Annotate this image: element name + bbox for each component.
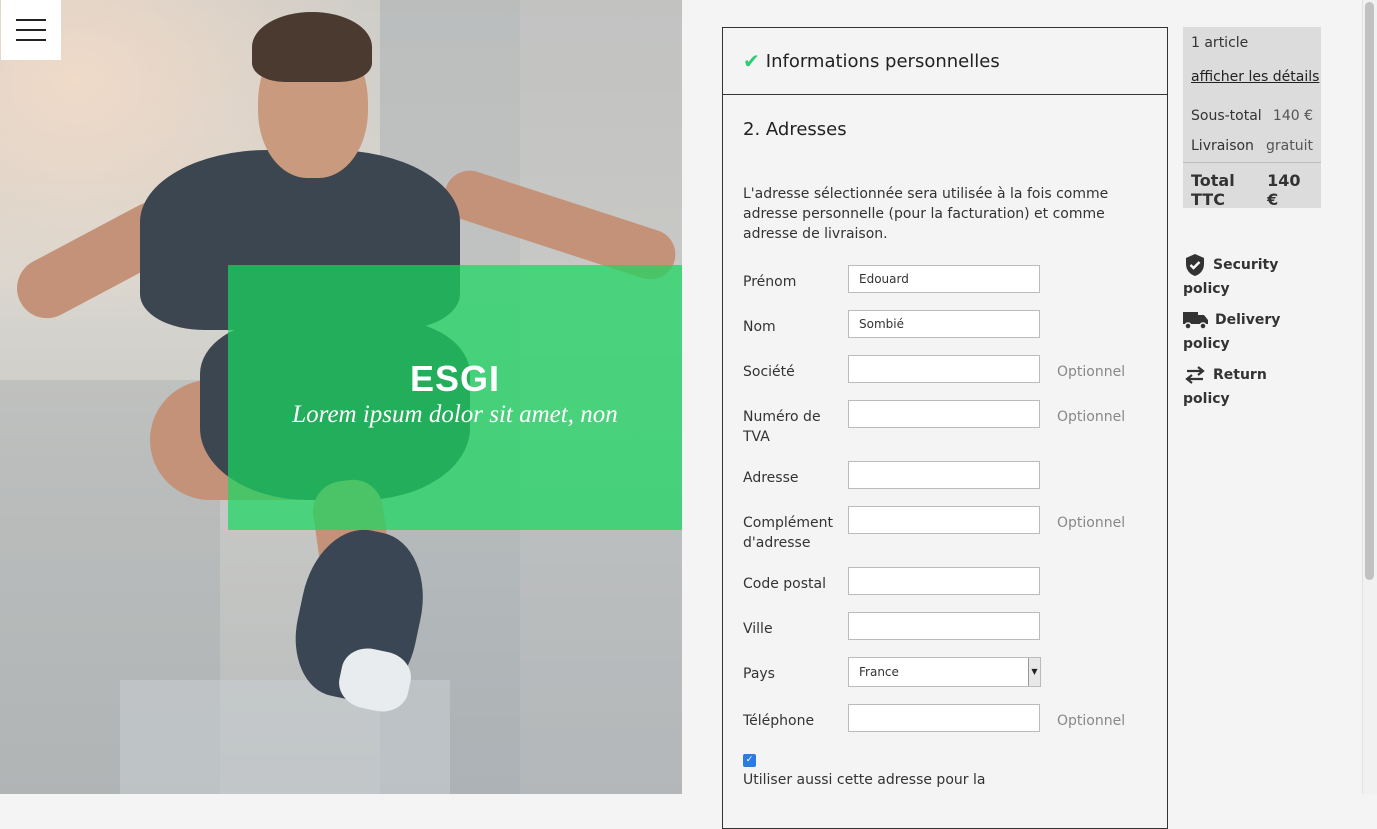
- step-personal-info-label: Informations personnelles: [765, 50, 1000, 72]
- hamburger-menu-button[interactable]: [1, 0, 61, 60]
- optional-hint: Optionnel: [1057, 515, 1126, 531]
- tva-input[interactable]: [848, 400, 1040, 428]
- total-label: Total TTC: [1191, 171, 1235, 209]
- field-label: Code postal: [743, 576, 826, 592]
- hero-title: ESGI: [409, 358, 501, 399]
- step-addresses-title: 2. Adresses: [743, 119, 847, 140]
- total-row: Total TTC 140 €: [1191, 171, 1313, 209]
- field-label: Nom: [743, 319, 776, 335]
- chevron-down-icon: ▼: [1028, 658, 1040, 686]
- menu-icon-bar: [16, 39, 46, 41]
- field-label: Complément d'adresse: [743, 515, 833, 551]
- hero-subtitle: Lorem ipsum dolor sit amet, non: [292, 401, 618, 428]
- hero-overlay: ESGI Lorem ipsum dolor sit amet, non: [228, 265, 682, 530]
- telephone-input[interactable]: [848, 704, 1040, 732]
- menu-icon-bar: [16, 29, 46, 31]
- exchange-arrows-icon: [1185, 366, 1205, 384]
- field-label: Téléphone: [743, 713, 815, 729]
- delivery-label: Livraison: [1191, 138, 1254, 154]
- show-details-link[interactable]: afficher les détails: [1191, 69, 1319, 85]
- delivery-row: Livraison gratuit: [1191, 138, 1313, 154]
- optional-hint: Optionnel: [1057, 364, 1126, 380]
- checkmark-icon: ✔: [743, 49, 760, 73]
- return-policy-link[interactable]: Return policy: [1183, 363, 1293, 411]
- article-count: 1 article: [1191, 35, 1249, 51]
- optional-hint: Optionnel: [1057, 713, 1126, 729]
- pays-selected-value: France: [859, 665, 899, 679]
- summary-divider: [1183, 162, 1321, 163]
- checkout-panel: ✔ Informations personnelles 2. Adresses …: [722, 27, 1168, 829]
- optional-hint: Optionnel: [1057, 409, 1126, 425]
- security-policy-link[interactable]: Security policy: [1183, 253, 1293, 301]
- delivery-policy-link[interactable]: Delivery policy: [1183, 308, 1293, 356]
- step-personal-info[interactable]: ✔ Informations personnelles: [723, 28, 1167, 95]
- use-address-checkbox[interactable]: ✓: [743, 754, 756, 767]
- shield-check-icon: [1186, 254, 1204, 276]
- subtotal-label: Sous-total: [1191, 108, 1262, 124]
- hero-image: ESGI Lorem ipsum dolor sit amet, non: [0, 0, 682, 794]
- societe-input[interactable]: [848, 355, 1040, 383]
- field-label: Prénom: [743, 274, 797, 290]
- field-label: Pays: [743, 666, 775, 682]
- field-label: Adresse: [743, 470, 799, 486]
- order-summary: 1 article afficher les détails Sous-tota…: [1183, 27, 1321, 209]
- code-postal-input[interactable]: [848, 567, 1040, 595]
- athlete-hair: [252, 12, 372, 82]
- field-label: Ville: [743, 621, 773, 637]
- total-value: 140 €: [1267, 171, 1301, 209]
- address-description: L'adresse sélectionnée sera utilisée à l…: [743, 186, 1109, 242]
- complement-input[interactable]: [848, 506, 1040, 534]
- nom-input[interactable]: [848, 310, 1040, 338]
- ville-input[interactable]: [848, 612, 1040, 640]
- policy-links: Security policy Delivery policy Return p…: [1183, 253, 1293, 418]
- scrollbar-thumb[interactable]: [1365, 2, 1374, 580]
- field-label: Numéro de TVA: [743, 409, 821, 445]
- adresse-input[interactable]: [848, 461, 1040, 489]
- subtotal-value: 140 €: [1272, 108, 1313, 124]
- delivery-value: gratuit: [1266, 138, 1313, 154]
- truck-icon: [1183, 312, 1208, 330]
- field-label: Société: [743, 364, 795, 380]
- menu-icon-bar: [16, 19, 46, 21]
- pays-select[interactable]: France ▼: [848, 657, 1041, 687]
- prenom-input[interactable]: [848, 265, 1040, 293]
- use-address-label: Utiliser aussi cette adresse pour la: [743, 772, 986, 788]
- subtotal-row: Sous-total 140 €: [1191, 108, 1313, 124]
